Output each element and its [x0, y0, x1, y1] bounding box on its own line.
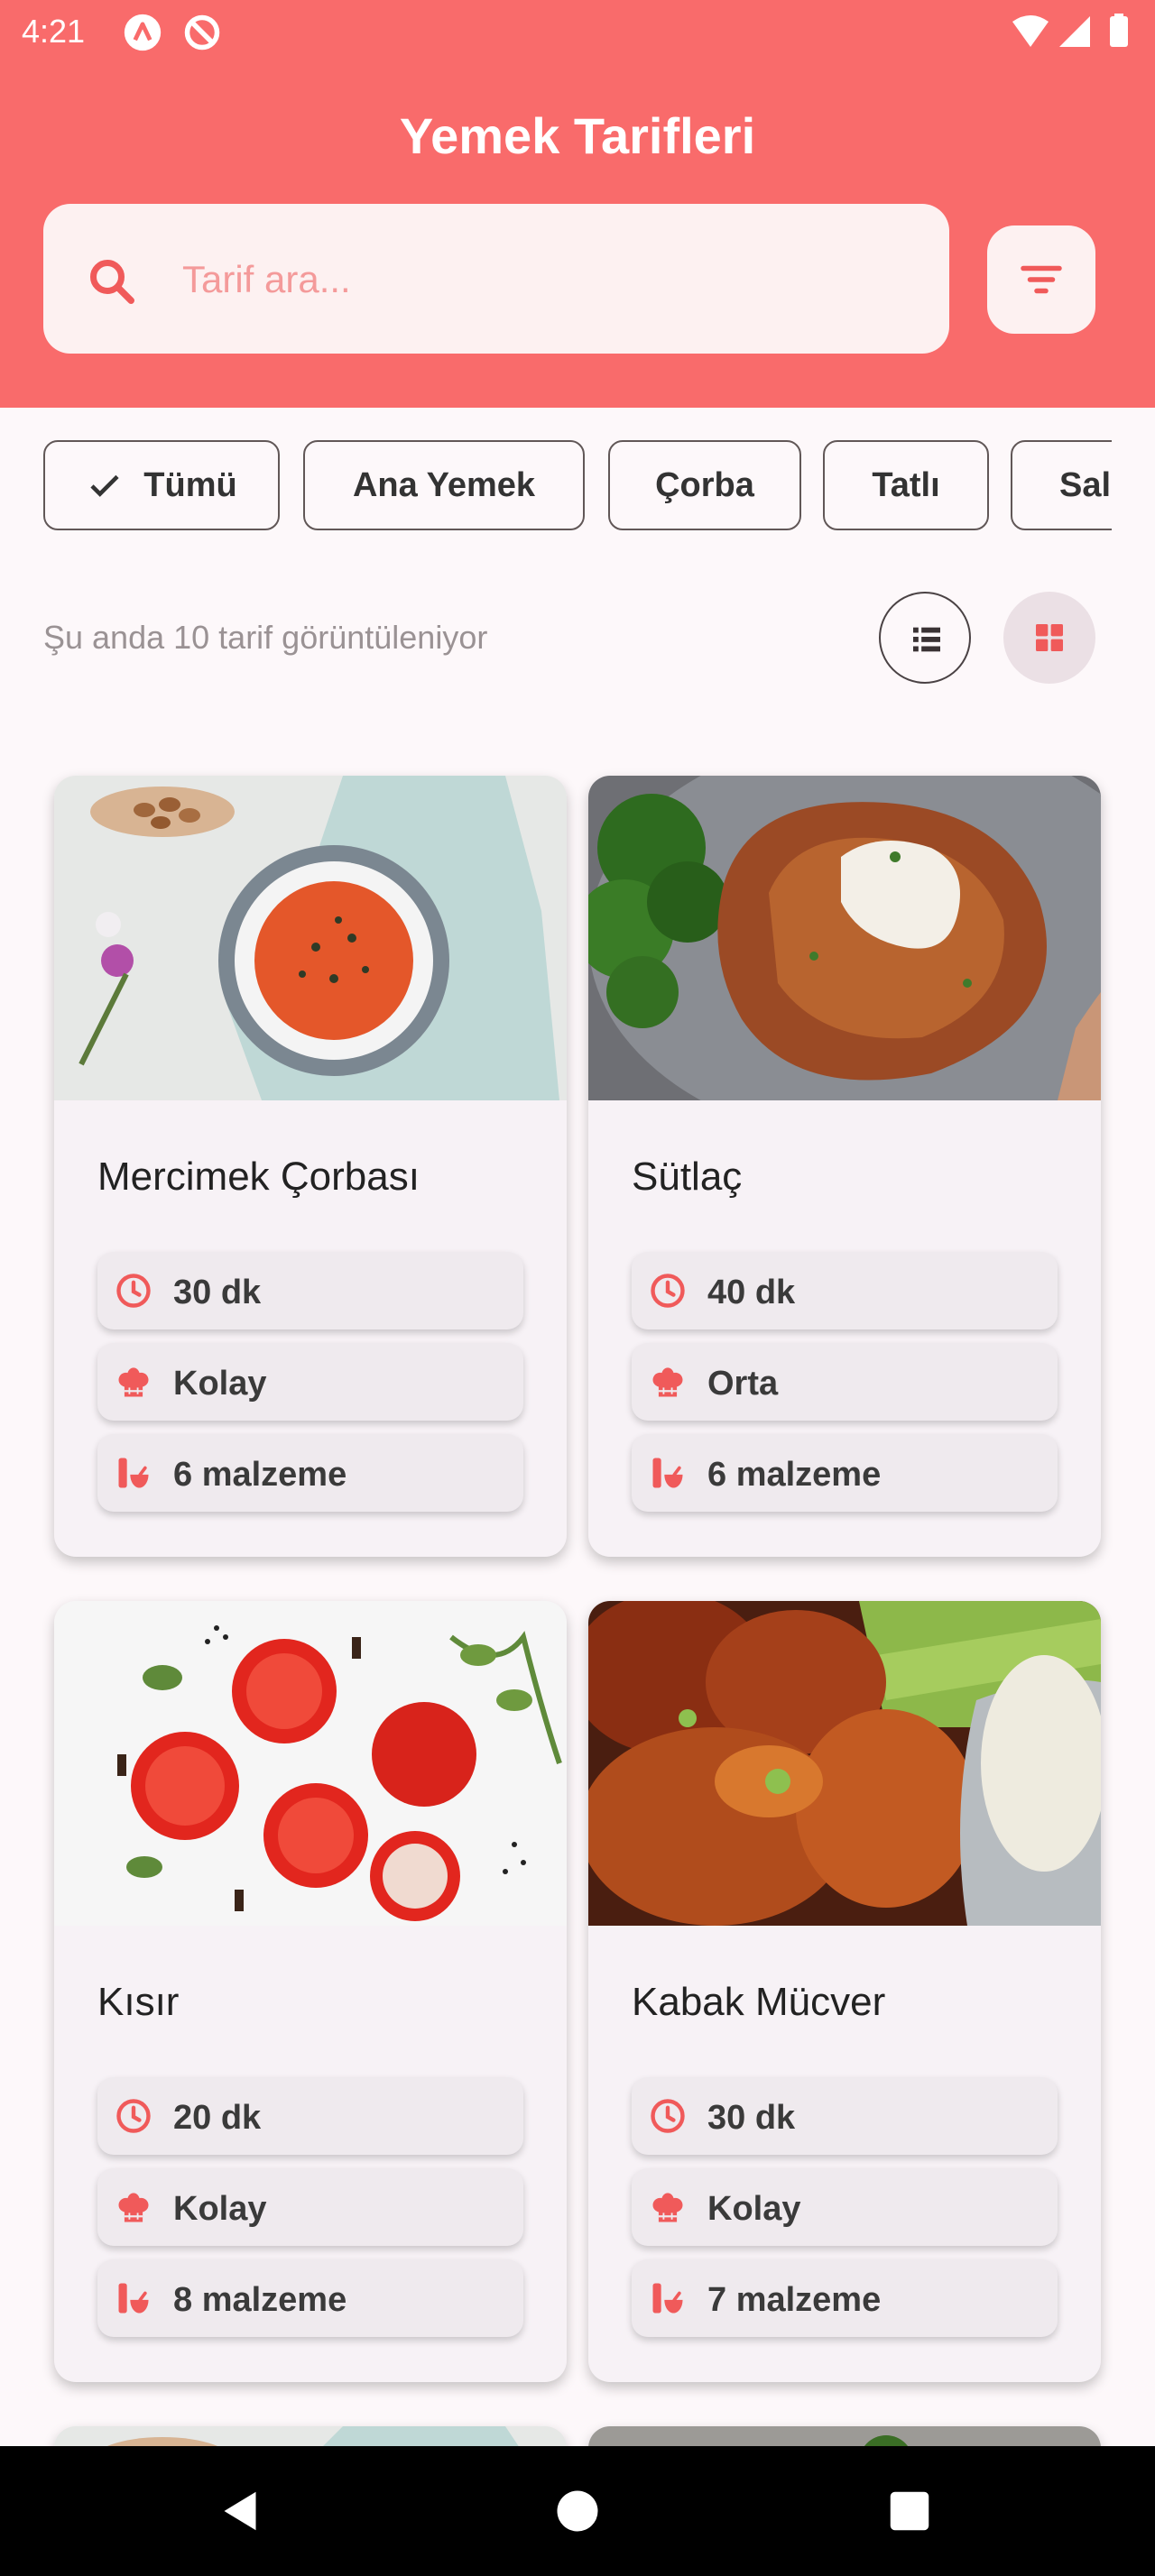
ingredients-pill: 6 malzeme — [632, 1434, 1058, 1512]
search-icon — [90, 260, 134, 304]
status-bar: 4:21 — [0, 0, 1155, 65]
difficulty-text: Kolay — [173, 1365, 267, 1403]
time-text: 30 dk — [707, 2099, 796, 2137]
clock-icon — [648, 2096, 688, 2136]
time-text: 40 dk — [707, 1274, 796, 1311]
ingredients-text: 6 malzeme — [707, 1456, 882, 1494]
time-text: 30 dk — [173, 1274, 262, 1311]
app-header: Yemek Tarifleri — [0, 65, 1155, 408]
chicken-wings-photo — [588, 1601, 1101, 1926]
ingredients-pill: 7 malzeme — [632, 2259, 1058, 2337]
recipe-title: Sütlaç — [632, 1155, 743, 1199]
difficulty-text: Orta — [707, 1365, 779, 1403]
chip-tatli[interactable]: Tatlı — [823, 440, 989, 530]
chip-label: Ana Yemek — [352, 465, 536, 504]
chef-hat-icon — [118, 2193, 149, 2222]
ingredients-pill: 6 malzeme — [97, 1434, 523, 1512]
app-blocked-icon — [184, 14, 220, 51]
check-icon — [90, 474, 119, 497]
chip-label: Salata — [1059, 465, 1112, 504]
filter-button[interactable] — [987, 225, 1095, 334]
recipe-count-text: Şu anda 10 tarif görüntüleniyor — [43, 619, 488, 656]
recipe-card[interactable]: Kısır 20 dk Kolay 8 malzeme — [54, 1601, 567, 2382]
time-pill: 20 dk — [97, 2077, 523, 2155]
wifi-icon — [1012, 15, 1049, 47]
time-pill: 30 dk — [632, 2077, 1058, 2155]
difficulty-pill: Kolay — [632, 2168, 1058, 2246]
grid-view-toggle[interactable] — [1003, 592, 1095, 684]
category-chips: Tümü Ana Yemek Çorba Tatlı Salata — [43, 440, 1112, 534]
difficulty-pill: Kolay — [97, 1343, 523, 1421]
ingredients-icon — [651, 2281, 685, 2315]
chip-corba[interactable]: Çorba — [608, 440, 801, 530]
recipe-card[interactable]: Mercimek Çorbası 30 dk Kolay 6 malzeme — [54, 776, 567, 1557]
chef-hat-icon — [652, 2193, 683, 2222]
chip-label: Tatlı — [872, 465, 940, 504]
clock-icon — [648, 1271, 688, 1311]
ingredients-icon — [651, 1456, 685, 1490]
home-icon[interactable] — [550, 2484, 605, 2538]
signal-icon — [1059, 16, 1090, 47]
chip-ana-yemek[interactable]: Ana Yemek — [303, 440, 585, 530]
difficulty-text: Kolay — [707, 2190, 801, 2228]
recipe-card[interactable]: Kabak Mücver 30 dk Kolay 7 malzeme — [588, 1601, 1101, 2382]
difficulty-text: Kolay — [173, 2190, 267, 2228]
chip-salata[interactable]: Salata — [1011, 440, 1112, 530]
status-icons — [1012, 14, 1128, 47]
chip-label: Tümü — [143, 465, 237, 504]
ingredients-text: 8 malzeme — [173, 2281, 347, 2319]
chip-label: Çorba — [655, 465, 754, 504]
clock-icon — [114, 1271, 153, 1311]
ingredients-text: 7 malzeme — [707, 2281, 882, 2319]
search-bar[interactable] — [43, 204, 949, 354]
time-pill: 30 dk — [97, 1252, 523, 1329]
chip-tumu[interactable]: Tümü — [43, 440, 280, 530]
chef-hat-icon — [652, 1367, 683, 1397]
tomatoes-spices-photo — [54, 1601, 567, 1926]
time-text: 20 dk — [173, 2099, 262, 2137]
recipe-title: Kabak Mücver — [632, 1980, 886, 2024]
page-title: Yemek Tarifleri — [399, 107, 756, 164]
grid-view-icon — [1036, 624, 1063, 651]
ingredients-icon — [116, 1456, 151, 1490]
recents-icon[interactable] — [882, 2484, 937, 2538]
battery-icon — [1110, 14, 1128, 47]
recipe-card[interactable]: Sütlaç 40 dk Orta 6 malzeme — [588, 776, 1101, 1557]
ingredients-pill: 8 malzeme — [97, 2259, 523, 2337]
list-view-icon — [913, 627, 940, 652]
list-view-toggle[interactable] — [879, 592, 971, 684]
time-pill: 40 dk — [632, 1252, 1058, 1329]
back-icon[interactable] — [213, 2484, 267, 2538]
recipe-title: Mercimek Çorbası — [97, 1155, 420, 1199]
status-time: 4:21 — [22, 13, 86, 50]
search-input[interactable] — [180, 244, 924, 316]
app-a-icon — [124, 14, 162, 51]
tomato-soup-photo — [54, 776, 567, 1100]
recipe-title: Kısır — [97, 1980, 180, 2024]
chef-hat-icon — [118, 1367, 149, 1397]
system-nav-bar — [0, 2446, 1155, 2576]
chicken-schnitzel-photo — [588, 776, 1101, 1100]
ingredients-icon — [116, 2281, 151, 2315]
clock-icon — [114, 2096, 153, 2136]
filter-icon — [1021, 265, 1062, 294]
difficulty-pill: Orta — [632, 1343, 1058, 1421]
ingredients-text: 6 malzeme — [173, 1456, 347, 1494]
difficulty-pill: Kolay — [97, 2168, 523, 2246]
